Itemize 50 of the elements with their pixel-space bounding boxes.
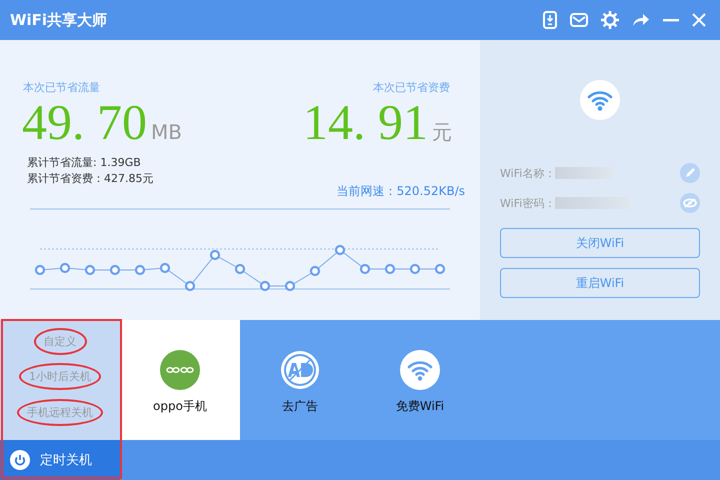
- total-traffic-text: 累计节省流量: 1.39GB: [27, 155, 142, 171]
- no-ad-icon[interactable]: [280, 350, 320, 390]
- cost-saved-label: 本次已节省资费: [373, 80, 450, 95]
- wifi-icon: [580, 80, 620, 120]
- timer-shutdown-button[interactable]: 定时关机: [0, 440, 120, 480]
- total-cost-text: 累计节省资费：427.85元: [27, 171, 154, 187]
- data-point: [210, 250, 220, 260]
- data-point: [260, 280, 270, 292]
- traffic-unit: MB: [151, 120, 182, 144]
- cost-saved-value: 14. 91: [303, 97, 428, 147]
- phone-download-icon[interactable]: [543, 11, 557, 29]
- data-point: [284, 280, 296, 292]
- timer-menu-item[interactable]: 1小时后关机: [19, 363, 101, 390]
- data-point: [234, 264, 246, 274]
- data-point: [60, 262, 70, 274]
- data-point: [410, 264, 420, 274]
- data-point: [434, 264, 446, 274]
- timer-menu-item[interactable]: 自定义: [34, 328, 86, 356]
- data-point: [160, 262, 170, 274]
- window-title: WiFi共享大师: [10, 10, 108, 30]
- share-icon[interactable]: [632, 13, 650, 27]
- wifi-button[interactable]: 关闭WiFi: [500, 228, 700, 258]
- data-point: [84, 264, 96, 276]
- timer-menu-item[interactable]: 手机远程关机: [17, 398, 103, 426]
- cost-unit: 元: [432, 119, 452, 146]
- data-point: [384, 264, 396, 274]
- tile-label: 免费WiFi: [396, 398, 444, 415]
- data-point: [310, 266, 320, 276]
- data-point: [110, 264, 120, 276]
- mail-icon[interactable]: [570, 13, 588, 27]
- tile-label: 去广告: [282, 398, 318, 415]
- power-icon: [10, 450, 30, 470]
- traffic-saved-value: 49. 70: [22, 97, 147, 147]
- network-speed-text: 当前网速：520.52KB/s: [336, 183, 465, 200]
- wifi-icon[interactable]: [400, 350, 440, 390]
- data-point: [184, 280, 196, 292]
- data-point: [360, 264, 370, 274]
- traffic-saved-label: 本次已节省流量: [23, 80, 100, 95]
- close-icon[interactable]: [692, 13, 706, 27]
- minimize-icon[interactable]: [663, 18, 679, 22]
- wifi-password-label: WiFi密码：: [500, 196, 556, 210]
- settings-icon[interactable]: [601, 11, 619, 29]
- wifi-name-label: WiFi名称：: [500, 166, 556, 180]
- wifi-button[interactable]: 重启WiFi: [500, 268, 700, 298]
- blurred-wifi-name: [555, 167, 614, 179]
- oppo-logo-icon[interactable]: [160, 350, 200, 390]
- data-point: [134, 264, 146, 276]
- data-point: [34, 264, 46, 276]
- data-point: [334, 244, 346, 256]
- tile-label: oppo手机: [153, 398, 207, 415]
